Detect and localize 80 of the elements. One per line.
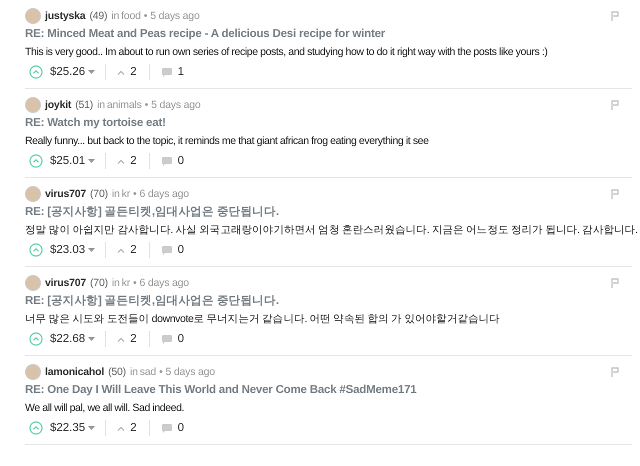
community-prefix: in [111,8,120,24]
comment-icon[interactable] [162,424,172,432]
upvote-icon[interactable] [29,421,43,435]
community-prefix: in [112,276,120,290]
separator-dot: • [144,98,148,112]
post-age: 6 days ago [140,186,189,202]
flag-icon[interactable] [611,367,620,377]
reply-count: 1 [178,64,184,80]
author-name[interactable]: justyska [45,8,86,24]
reputation: (70) [90,186,108,202]
caret-icon[interactable] [88,70,96,74]
comment-icon[interactable] [162,156,172,166]
separator-dot: • [144,8,148,24]
vote-count: 2 [130,420,137,436]
separator-dot: • [133,186,137,202]
post-age: 5 days ago [166,364,215,380]
author-name[interactable]: virus707 [45,186,86,202]
separator-dot: • [133,276,137,290]
reputation: (50) [108,364,126,380]
payout-amount[interactable]: $23.03 [50,242,86,258]
comment-icon[interactable] [162,334,172,344]
upvote-icon[interactable] [29,243,43,257]
payout-amount[interactable]: $22.35 [50,420,86,436]
post-title[interactable]: RE: One Day I Will Leave This World and Never Come Back #SadMeme171 [25,383,416,398]
post-age: 5 days ago [151,98,201,112]
avatar[interactable] [25,364,41,380]
vote-icon[interactable] [117,158,126,164]
payout-amount[interactable]: $25.01 [50,154,86,168]
reply-count: 0 [178,420,184,436]
upvote-icon[interactable] [29,154,43,168]
reply-count: 0 [178,242,184,258]
comment-icon[interactable] [162,68,172,76]
vote-count: 2 [130,242,137,258]
avatar[interactable] [25,275,41,291]
flag-icon[interactable] [611,11,620,21]
avatar[interactable] [25,186,41,202]
caret-icon[interactable] [88,159,96,163]
reply-count: 0 [178,154,184,168]
reputation: (70) [90,276,108,290]
author-name[interactable]: joykit [45,98,72,112]
separator-dot: • [159,364,163,380]
comment-body: 정말 많이 아쉽지만 감사합니다. 사실 외국고래랑이야기하면서 엄청 혼란스러웠습니다. 지금은 어느정도 정리가 됩니다. 감사합니다. [25,223,638,238]
vote-icon[interactable] [117,248,126,252]
caret-icon[interactable] [88,426,96,430]
avatar[interactable] [25,97,41,113]
reputation: (49) [89,8,108,24]
post-title[interactable]: RE: [공지사항] 골든티켓,임대사업은 중단됩니다. [25,294,279,309]
community-prefix: in [97,98,105,112]
vote-count: 2 [130,332,137,346]
flag-icon[interactable] [611,100,620,110]
avatar[interactable] [25,8,41,24]
community-prefix: in [130,364,138,380]
upvote-icon[interactable] [29,65,43,79]
comment-body: 너무 많은 시도와 도전들이 downvote로 무너지는거 같습니다. 어떤 약속된 합의 가 있어야할거같습니다 [25,312,500,327]
comment-body: We all will pal, we all will. Sad indeed. [25,401,184,416]
post-age: 5 days ago [150,8,200,24]
author-name[interactable]: virus707 [45,276,86,290]
comment-body: This is very good.. Im about to run own series of recipe posts, and studying how to do it right way with the posts like yours :) [25,45,548,60]
upvote-icon[interactable] [29,332,43,346]
payout-amount[interactable]: $25.26 [50,64,86,80]
post-title[interactable]: RE: Watch my tortoise eat! [25,116,166,131]
reply-count: 0 [178,332,184,346]
caret-icon[interactable] [88,248,96,252]
post-title[interactable]: RE: [공지사항] 골든티켓,임대사업은 중단됩니다. [25,205,279,220]
community-prefix: in [112,186,120,202]
reputation: (51) [75,98,94,112]
vote-count: 2 [130,64,137,80]
comment-body: Really funny... but back to the topic, it reminds me that giant african frog eating everything it see [25,134,429,149]
payout-amount[interactable]: $22.68 [50,332,86,346]
comment-icon[interactable] [162,246,172,254]
author-name[interactable]: lamonicahol [45,364,104,380]
flag-icon[interactable] [611,278,620,288]
vote-icon[interactable] [117,426,126,430]
caret-icon[interactable] [88,337,96,341]
post-title[interactable]: RE: Minced Meat and Peas recipe - A delicious Desi recipe for winter [25,27,386,42]
flag-icon[interactable] [611,189,620,199]
post-age: 6 days ago [140,276,189,290]
vote-count: 2 [130,154,137,168]
vote-icon[interactable] [117,70,126,74]
vote-icon[interactable] [117,336,126,342]
